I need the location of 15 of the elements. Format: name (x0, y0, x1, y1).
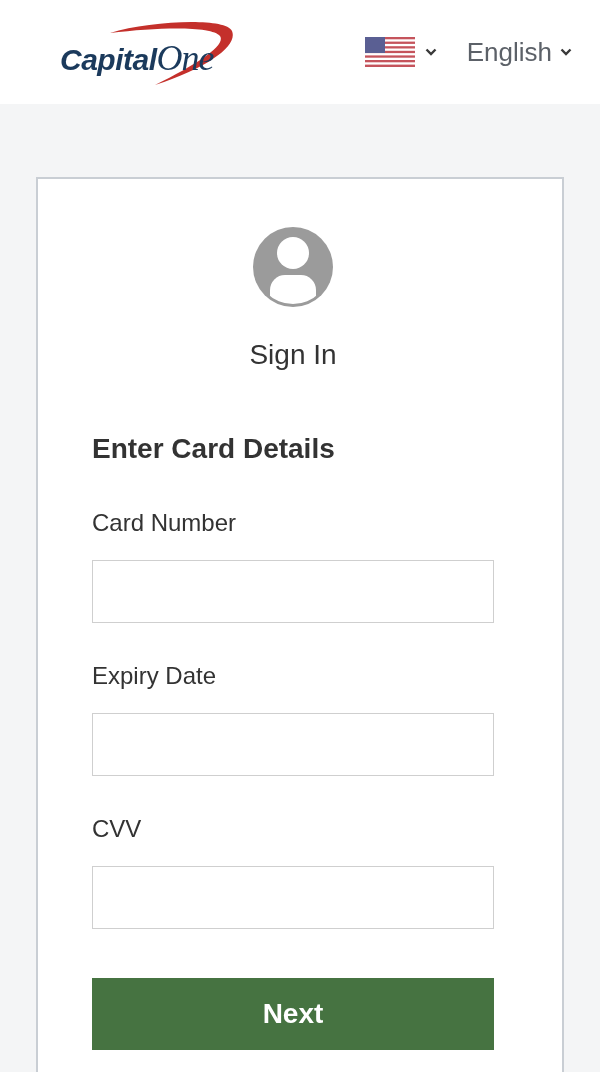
field-label: CVV (92, 815, 142, 843)
chevron-down-icon (424, 48, 437, 56)
language-dropdown[interactable]: English (466, 39, 572, 65)
field-label: Expiry Date (92, 662, 217, 690)
avatar-icon (253, 227, 333, 307)
country-dropdown[interactable] (364, 37, 437, 67)
input-field[interactable] (92, 866, 494, 929)
next-button[interactable]: Next (92, 978, 494, 1050)
sign-in-title: Sign In (249, 339, 337, 371)
input-field[interactable] (92, 560, 494, 623)
chevron-down-icon (560, 48, 572, 56)
input-field[interactable] (92, 713, 494, 776)
flag-icon (364, 37, 415, 67)
form-heading: Enter Card Details (92, 433, 336, 465)
field-label: Card Number (92, 509, 237, 537)
